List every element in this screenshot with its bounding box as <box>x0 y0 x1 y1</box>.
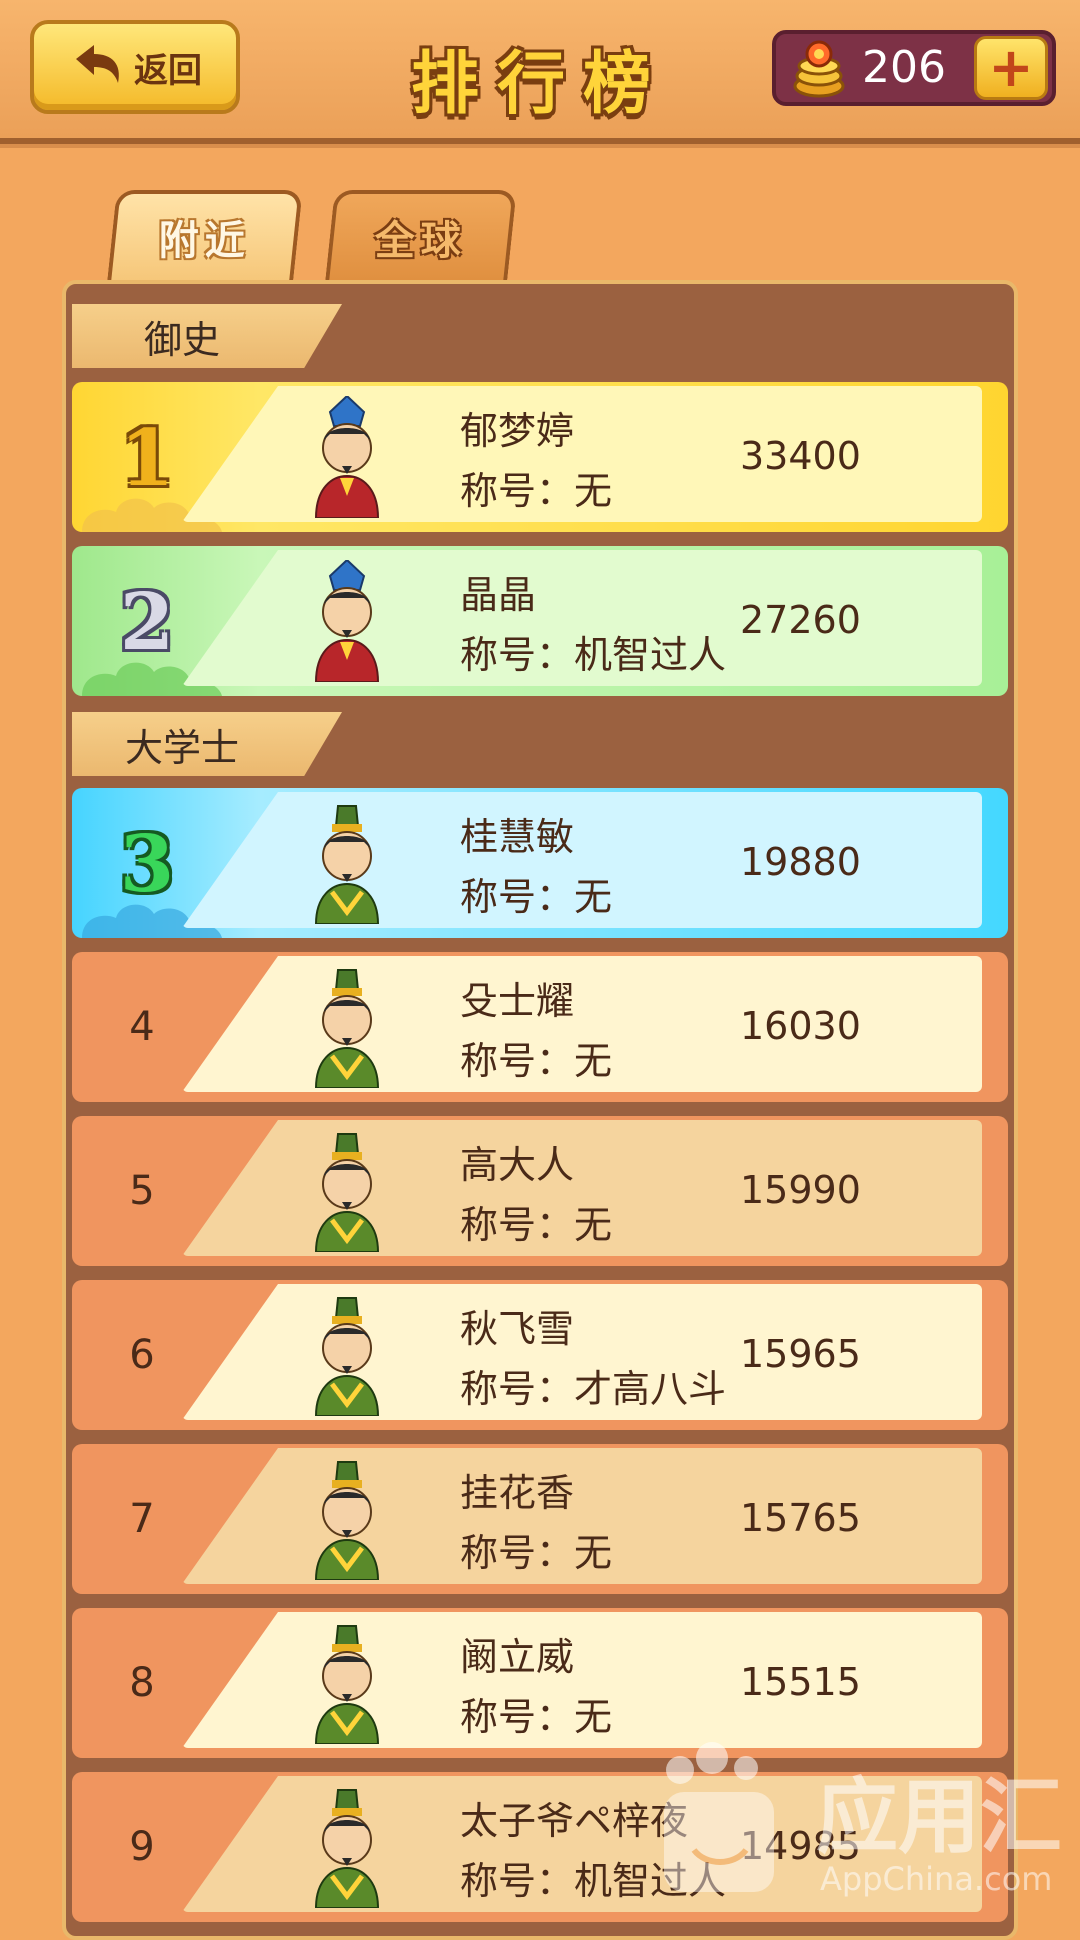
scholar-avatar-icon <box>314 969 380 1088</box>
player-title: 称号：无 <box>460 469 613 513</box>
plus-icon: + <box>988 36 1034 99</box>
tab-global[interactable]: 全球 <box>325 190 517 280</box>
leaderboard-row[interactable]: 8 阚立威 称号：无 15515 <box>72 1608 1008 1758</box>
player-name: 殳士耀 <box>460 979 575 1023</box>
player-title: 称号：无 <box>460 1203 613 1247</box>
section-header: 大学士 <box>72 712 342 776</box>
player-title: 称号：无 <box>460 1531 613 1575</box>
player-score: 19880 <box>740 840 861 884</box>
player-score: 33400 <box>740 434 861 478</box>
coin-balance: 206 + <box>772 30 1056 106</box>
player-title: 称号：无 <box>460 1695 613 1739</box>
leaderboard-row[interactable]: 7 挂花香 称号：无 15765 <box>72 1444 1008 1594</box>
rank-number: 4 <box>129 1004 155 1050</box>
player-score: 16030 <box>740 1004 861 1048</box>
scholar-avatar-icon <box>314 1297 380 1416</box>
rank-medal: 1 <box>119 412 175 504</box>
section-header: 御史 <box>72 304 342 368</box>
player-score: 27260 <box>740 598 861 642</box>
player-title: 称号：无 <box>460 875 613 919</box>
player-title: 称号：无 <box>460 1039 613 1083</box>
rank-number: 9 <box>129 1824 155 1870</box>
player-name: 郁梦婷 <box>460 409 575 453</box>
leaderboard-row[interactable]: 5 高大人 称号：无 15990 <box>72 1116 1008 1266</box>
official-avatar-icon <box>314 560 380 682</box>
rank-medal: 3 <box>119 818 175 910</box>
section-label: 大学士 <box>124 725 239 770</box>
watermark-logo-icon <box>664 1742 774 1892</box>
tab-global-label: 全球 <box>374 218 467 264</box>
leaderboard-row[interactable]: 3 桂慧敏 称号：无 19880 <box>72 788 1008 938</box>
tab-nearby[interactable]: 附近 <box>107 190 303 280</box>
player-score: 15765 <box>740 1496 861 1540</box>
player-name: 阚立威 <box>460 1635 575 1679</box>
top-bar: 返回 排行榜 206 + <box>0 0 1080 144</box>
watermark-sub: AppChina.com <box>820 1860 1053 1898</box>
tab-nearby-label: 附近 <box>158 218 251 264</box>
coin-stack-icon <box>793 40 845 98</box>
leaderboard-row[interactable]: 1 郁梦婷 称号：无 33400 <box>72 382 1008 532</box>
rank-number: 7 <box>129 1496 155 1542</box>
player-score: 15990 <box>740 1168 861 1212</box>
player-name: 桂慧敏 <box>460 815 575 859</box>
leaderboard-row[interactable]: 6 秋飞雪 称号：才高八斗 15965 <box>72 1280 1008 1430</box>
scholar-avatar-icon <box>314 1133 380 1252</box>
coin-count: 206 <box>862 42 946 93</box>
player-score: 15515 <box>740 1660 861 1704</box>
scholar-avatar-icon <box>314 805 380 924</box>
player-name: 晶晶 <box>460 573 537 617</box>
player-title: 称号：机智过人 <box>460 633 727 677</box>
player-name: 挂花香 <box>460 1471 575 1515</box>
leaderboard-row[interactable]: 2 晶晶 称号：机智过人 27260 <box>72 546 1008 696</box>
appchina-watermark: 应用汇 AppChina.com <box>650 1740 1070 1920</box>
watermark-text: 应用汇 <box>816 1770 1063 1865</box>
rank-number: 5 <box>129 1168 155 1214</box>
rank-medal: 2 <box>119 576 175 668</box>
rank-number: 8 <box>129 1660 155 1706</box>
player-title: 称号：才高八斗 <box>460 1367 727 1411</box>
rank-number: 6 <box>129 1332 155 1378</box>
scholar-avatar-icon <box>314 1625 380 1744</box>
player-name: 秋飞雪 <box>460 1307 575 1351</box>
player-name: 高大人 <box>460 1143 575 1187</box>
official-avatar-icon <box>314 396 380 518</box>
scholar-avatar-icon <box>314 1461 380 1580</box>
scholar-avatar-icon <box>314 1789 380 1908</box>
section-label: 御史 <box>143 317 220 362</box>
add-coins-button[interactable]: + <box>974 36 1048 100</box>
player-score: 15965 <box>740 1332 861 1376</box>
leaderboard-row[interactable]: 4 殳士耀 称号：无 16030 <box>72 952 1008 1102</box>
